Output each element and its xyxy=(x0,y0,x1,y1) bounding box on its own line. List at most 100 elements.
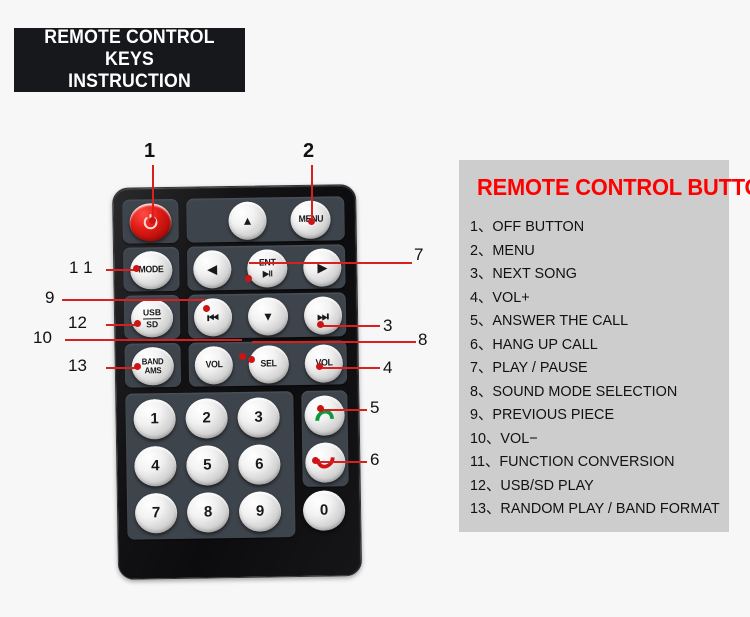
mode-button-label: MODE xyxy=(138,264,164,276)
callout-4-dot xyxy=(316,363,323,370)
callout-7-leader xyxy=(249,262,412,264)
list-item-number: 9、 xyxy=(470,406,493,423)
callout-7: 7 xyxy=(414,245,424,264)
key-6-label: 6 xyxy=(255,455,264,474)
callout-2-leader xyxy=(311,165,313,222)
list-item-number: 7、 xyxy=(470,359,493,376)
list-item-label: PLAY / PAUSE xyxy=(492,359,588,376)
header-banner: REMOTE CONTROL KEYS INSTRUCTION xyxy=(14,27,245,93)
sd-label: SD xyxy=(146,318,159,329)
callout-6-dot xyxy=(312,457,319,464)
list-item-label: RANDOM PLAY / BAND FORMAT xyxy=(500,500,720,517)
play-pause-icon: ▶II xyxy=(262,268,273,279)
list-item-number: 13、 xyxy=(470,500,501,517)
arrow-up-icon: ▲ xyxy=(241,213,254,228)
list-item-label: USB/SD PLAY xyxy=(500,476,594,494)
ams-button-label: AMS xyxy=(144,365,162,376)
callout-11-dot xyxy=(133,265,140,272)
remote-control-device: ▲ MENU MODE ◀ ENT ▶II ▶ USB SD ⏮ ▼ ⏭ BAN… xyxy=(112,184,363,580)
list-item: 11、FUNCTION CONVERSION xyxy=(470,450,715,474)
list-item: 10、VOL− xyxy=(470,427,715,451)
callout-10-dot xyxy=(239,353,246,360)
list-item-number: 8、 xyxy=(470,382,493,400)
callout-12-leader xyxy=(106,324,137,326)
list-item-label: SOUND MODE SELECTION xyxy=(492,382,678,400)
list-item-number: 10、 xyxy=(470,429,501,447)
list-item-label: NEXT SONG xyxy=(492,265,577,282)
callout-4-leader xyxy=(321,367,380,369)
list-item: 13、RANDOM PLAY / BAND FORMAT xyxy=(470,497,720,521)
key-1-label: 1 xyxy=(150,410,159,428)
list-item: 4、VOL+ xyxy=(470,286,715,310)
list-item-number: 3、 xyxy=(470,265,493,282)
list-item: 12、USB/SD PLAY xyxy=(470,474,715,498)
list-item: 3、NEXT SONG xyxy=(470,262,715,286)
key-2-label: 2 xyxy=(202,409,211,427)
list-item-number: 1、 xyxy=(470,218,493,235)
key-8-label: 8 xyxy=(203,503,213,521)
key-3-label: 3 xyxy=(254,408,263,427)
list-item-label: PREVIOUS PIECE xyxy=(492,406,615,423)
callout-5-leader xyxy=(322,409,367,411)
list-item-label: VOL− xyxy=(500,429,538,447)
arrow-down-icon: ▼ xyxy=(261,309,275,324)
list-item: 1、OFF BUTTON xyxy=(470,215,715,239)
callout-8: 8 xyxy=(418,330,428,349)
list-item-number: 6、 xyxy=(470,335,493,353)
list-item: 7、PLAY / PAUSE xyxy=(470,356,715,380)
page-title-line2: INSTRUCTION xyxy=(68,71,191,92)
list-item: 9、PREVIOUS PIECE xyxy=(470,403,715,427)
list-item: 5、ANSWER THE CALL xyxy=(470,309,715,333)
list-item-label: MENU xyxy=(492,241,535,259)
callout-13-leader xyxy=(106,367,137,369)
callout-3-leader xyxy=(322,325,380,327)
list-item-label: FUNCTION CONVERSION xyxy=(499,453,675,470)
callout-1-dot xyxy=(149,217,156,224)
callout-1-leader xyxy=(152,165,154,221)
callout-10: 10 xyxy=(33,328,52,347)
list-item-number: 2、 xyxy=(470,241,493,259)
callout-4: 4 xyxy=(383,358,393,377)
key-4-label: 4 xyxy=(151,457,160,475)
callout-12-dot xyxy=(134,320,141,327)
key-5-label: 5 xyxy=(203,456,212,474)
key-9-label: 9 xyxy=(255,502,265,521)
callout-12: 12 xyxy=(68,313,87,332)
list-item-number: 11、 xyxy=(470,453,500,470)
callout-6-leader xyxy=(317,461,367,463)
callout-5-dot xyxy=(317,405,324,412)
previous-track-icon: ⏮ xyxy=(207,309,220,325)
key-7-label: 7 xyxy=(151,504,161,522)
callout-2: 2 xyxy=(303,140,315,162)
callout-11-leader xyxy=(106,269,136,271)
usb-sd-label: USB SD xyxy=(142,306,162,329)
key-0-label: 0 xyxy=(319,501,329,520)
callout-13: 13 xyxy=(68,356,87,375)
list-item-number: 4、 xyxy=(470,288,493,306)
page-title-line1: REMOTE CONTROL KEYS xyxy=(44,27,215,70)
list-item: 8、SOUND MODE SELECTION xyxy=(470,380,715,404)
callout-8-leader xyxy=(252,341,416,343)
callout-10-leader xyxy=(65,339,242,341)
callout-3-dot xyxy=(317,321,324,328)
legend-title: REMOTE CONTROL BUTTON xyxy=(477,174,750,200)
legend-list: 1、OFF BUTTON 2、MENU 3、NEXT SONG 4、VOL+ 5… xyxy=(470,215,725,521)
list-item: 6、HANG UP CALL xyxy=(470,333,715,357)
list-item-number: 5、 xyxy=(470,312,493,329)
callout-5: 5 xyxy=(370,398,380,417)
callout-7-dot xyxy=(245,275,252,282)
callout-9: 9 xyxy=(45,288,55,307)
callout-13-dot xyxy=(134,363,141,370)
ent-button-label: ENT xyxy=(259,258,276,269)
list-item: 2、MENU xyxy=(470,239,715,263)
list-item-label: HANG UP CALL xyxy=(492,335,598,353)
usb-label: USB xyxy=(142,306,162,317)
callout-1: 1 xyxy=(144,140,156,162)
volume-down-label: VOL xyxy=(205,359,223,371)
callout-8-dot xyxy=(248,356,255,363)
list-item-label: OFF BUTTON xyxy=(492,218,585,235)
callout-3: 3 xyxy=(383,316,393,335)
callout-2-dot xyxy=(308,218,315,225)
legend-panel: REMOTE CONTROL BUTTON 1、OFF BUTTON 2、MEN… xyxy=(459,160,750,532)
page-title: REMOTE CONTROL KEYS INSTRUCTION xyxy=(22,27,237,93)
